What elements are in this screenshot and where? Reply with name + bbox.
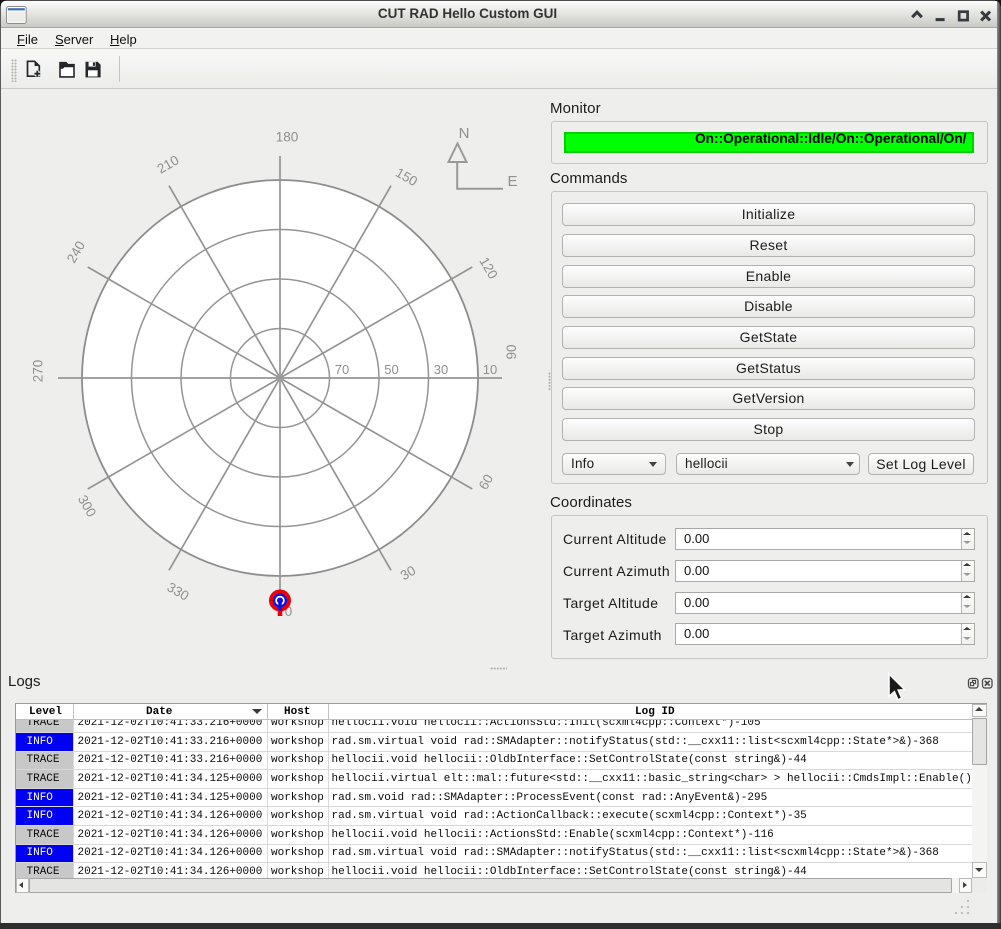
svg-text:70: 70 — [335, 362, 349, 377]
svg-text:90: 90 — [504, 344, 519, 359]
svg-text:180: 180 — [276, 130, 299, 145]
svg-text:60: 60 — [476, 472, 497, 493]
svg-text:30: 30 — [398, 563, 419, 584]
svg-text:270: 270 — [31, 360, 46, 383]
svg-text:10: 10 — [483, 362, 497, 377]
svg-text:120: 120 — [476, 254, 500, 281]
svg-text:N: N — [459, 125, 470, 142]
svg-text:150: 150 — [393, 165, 420, 189]
svg-text:210: 210 — [154, 152, 181, 176]
svg-text:E: E — [507, 173, 517, 190]
svg-text:50: 50 — [384, 362, 398, 377]
svg-text:30: 30 — [434, 362, 448, 377]
svg-text:300: 300 — [75, 492, 99, 519]
svg-text:240: 240 — [64, 238, 88, 265]
svg-text:330: 330 — [164, 579, 191, 603]
